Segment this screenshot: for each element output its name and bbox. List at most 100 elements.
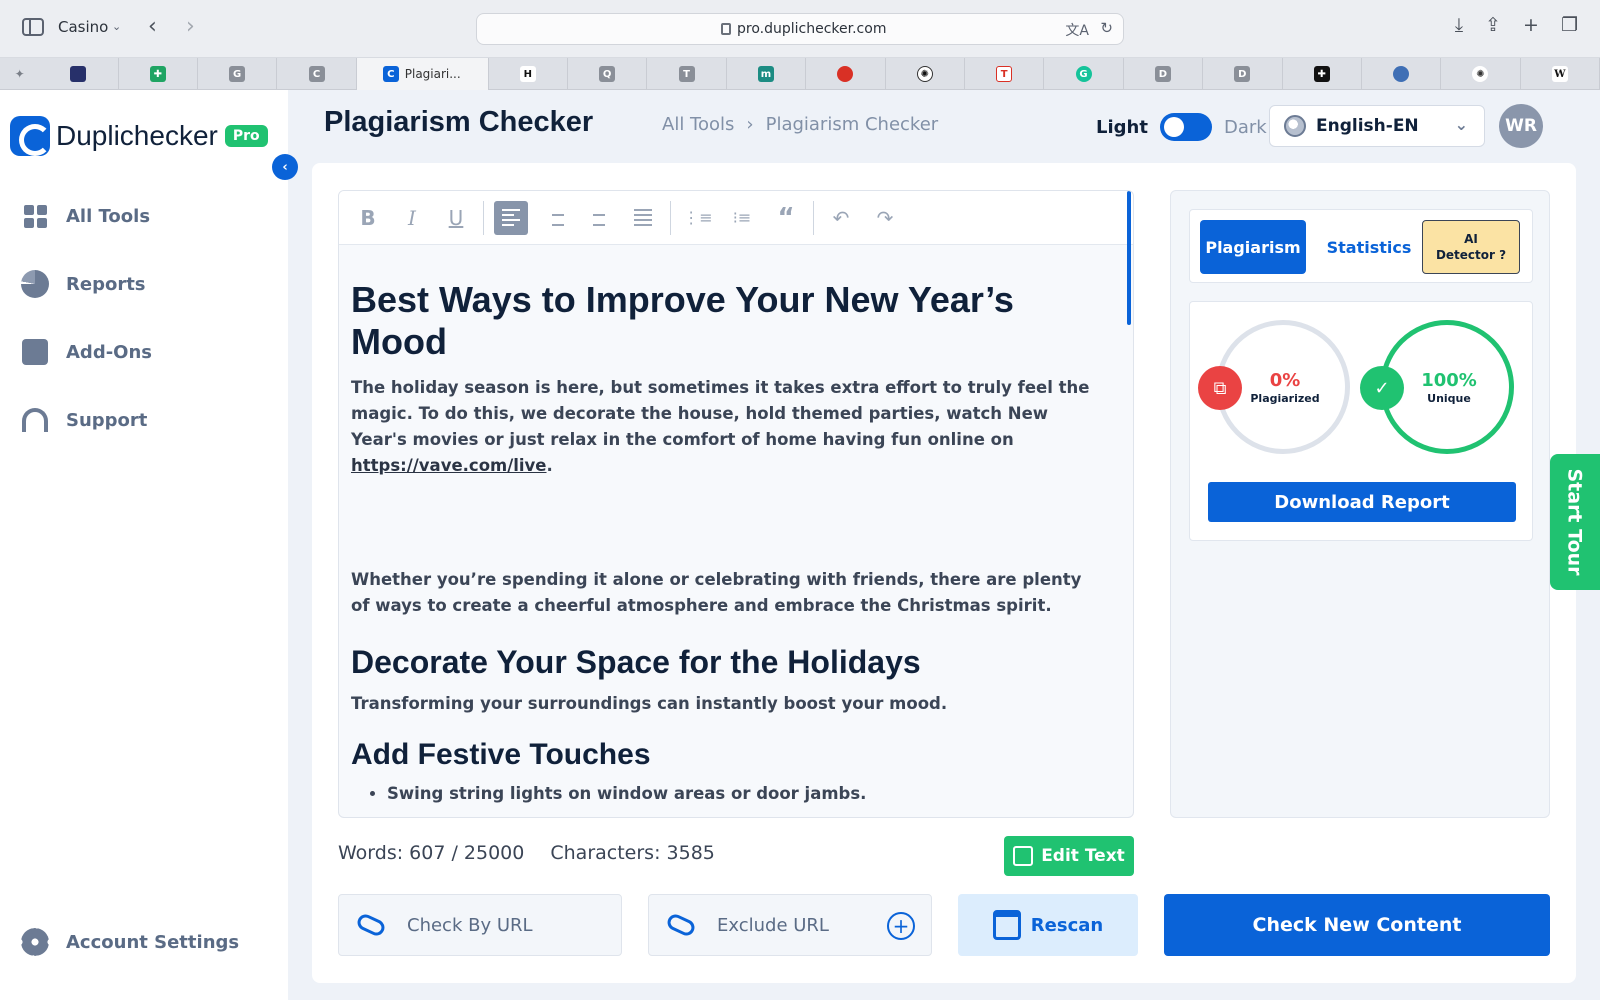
tab-plagiarism[interactable]: Plagiarism <box>1200 220 1306 274</box>
align-right-icon[interactable] <box>538 201 572 235</box>
tab[interactable]: T <box>965 58 1045 90</box>
results-panel: Plagiarism Statistics AI Detector ? ⧉ ✓ … <box>1170 190 1550 818</box>
collapse-sidebar-button[interactable]: ‹ <box>272 154 298 180</box>
favicon-icon <box>1393 66 1410 82</box>
add-circle-icon[interactable]: + <box>887 912 915 940</box>
sidebar-item-account-settings[interactable]: Account Settings <box>20 928 239 956</box>
tab[interactable]: W <box>1521 58 1600 90</box>
translate-icon[interactable]: 文A <box>1065 20 1089 40</box>
edit-icon <box>1013 846 1034 866</box>
sidebar-toggle-icon[interactable] <box>22 18 44 36</box>
align-center-icon[interactable] <box>582 201 616 235</box>
tab[interactable] <box>1362 58 1442 90</box>
address-bar[interactable]: pro.duplichecker.com 文A ↻ <box>476 13 1124 45</box>
pie-chart-icon <box>20 270 50 298</box>
tab[interactable]: G <box>198 58 278 90</box>
content-paragraph: The holiday season is here, but sometime… <box>351 378 1090 475</box>
ordered-list-icon[interactable]: ⋮≡ <box>681 201 715 235</box>
tab-active[interactable]: C Plagiari... <box>356 58 489 90</box>
puzzle-icon <box>20 338 50 366</box>
openai-icon: ✺ <box>916 66 933 82</box>
tab[interactable] <box>806 58 886 90</box>
results-tabs: Plagiarism Statistics AI Detector ? <box>1189 209 1533 283</box>
theme-toggle: Light Dark <box>1096 113 1267 141</box>
ai-tab-line: Detector ? <box>1435 248 1507 262</box>
italic-icon[interactable]: I <box>395 201 429 235</box>
tab-ai-detector[interactable]: AI Detector ? <box>1422 220 1520 274</box>
rescan-button[interactable]: Rescan <box>958 894 1138 956</box>
tab[interactable]: m <box>727 58 807 90</box>
new-tab-icon[interactable]: + <box>1523 14 1539 36</box>
link-icon <box>354 911 388 939</box>
content-link[interactable]: https://vave.com/live <box>351 456 547 475</box>
forward-icon[interactable]: › <box>186 14 195 39</box>
chevron-down-icon[interactable]: ⌄ <box>112 20 121 33</box>
headset-icon <box>20 406 50 434</box>
content-paragraph: Transforming your surroundings can insta… <box>351 694 948 713</box>
download-report-button[interactable]: Download Report <box>1208 482 1516 522</box>
tab[interactable]: ✺ <box>886 58 965 90</box>
tab[interactable]: C <box>277 58 357 90</box>
exclude-url-field[interactable]: Exclude URL + <box>648 894 932 956</box>
tab[interactable]: Q <box>568 58 648 90</box>
back-icon[interactable]: ‹ <box>148 14 157 39</box>
plagiarized-value: 0% <box>1269 370 1301 391</box>
align-left-icon[interactable] <box>494 200 528 235</box>
share-icon[interactable]: ⇪ <box>1485 14 1501 36</box>
theme-light-label: Light <box>1096 116 1148 138</box>
underline-icon[interactable]: U <box>439 201 473 235</box>
brand-logo[interactable]: Duplichecker Pro <box>10 116 268 156</box>
browser-toolbar: Casino ⌄ ‹ › pro.duplichecker.com 文A ↻ ⤓… <box>0 0 1600 58</box>
edit-text-button[interactable]: Edit Text <box>1004 836 1134 876</box>
check-by-url-field[interactable]: Check By URL <box>338 894 622 956</box>
openai-icon: ✺ <box>1472 66 1489 82</box>
tab-title: Plagiari... <box>404 67 461 81</box>
favicon-icon: ✚ <box>1313 66 1330 82</box>
sidebar-item-label: Account Settings <box>66 931 240 953</box>
sidebar-item-support[interactable]: Support <box>20 406 147 434</box>
tab-statistics[interactable]: Statistics <box>1314 220 1424 274</box>
unique-label: Unique <box>1427 392 1471 405</box>
start-tour-button[interactable]: Start Tour <box>1550 454 1600 590</box>
breadcrumb: All Tools › Plagiarism Checker <box>662 114 938 135</box>
tab[interactable]: G <box>1044 58 1124 90</box>
breadcrumb-item-all-tools[interactable]: All Tools <box>662 114 734 135</box>
editor-scrollbar[interactable] <box>1127 191 1131 325</box>
lock-icon <box>721 23 731 35</box>
text-editor[interactable]: B I U ⋮≡ ⁝≡ “ ↶ ↷ Best Ways to Improve Y… <box>338 190 1134 818</box>
tab[interactable]: H <box>489 58 568 90</box>
download-icon[interactable]: ⤓ <box>1455 14 1463 36</box>
reload-icon[interactable]: ↻ <box>1100 19 1113 37</box>
tab[interactable]: ✚ <box>1283 58 1362 90</box>
check-new-content-button[interactable]: Check New Content <box>1164 894 1550 956</box>
undo-icon[interactable]: ↶ <box>824 201 858 235</box>
avatar[interactable]: WR <box>1499 104 1543 148</box>
duplichecker-logo-icon <box>10 116 51 156</box>
language-select[interactable]: English-EN ⌄ <box>1269 105 1485 147</box>
tab[interactable]: T <box>647 58 727 90</box>
profile-name[interactable]: Casino <box>58 18 108 36</box>
redo-icon[interactable]: ↷ <box>868 201 902 235</box>
sidebar-item-add-ons[interactable]: Add-Ons <box>20 338 152 366</box>
content-heading-2: Decorate Your Space for the Holidays <box>351 644 921 680</box>
pro-badge: Pro <box>224 125 268 147</box>
sidebar-item-label: Add-Ons <box>66 341 153 363</box>
sidebar-item-all-tools[interactable]: All Tools <box>20 202 150 230</box>
quote-icon[interactable]: “ <box>769 201 803 235</box>
breadcrumb-item-current: Plagiarism Checker <box>765 114 939 135</box>
tab[interactable]: ✺ <box>1441 58 1521 90</box>
sidebar-item-reports[interactable]: Reports <box>20 270 146 298</box>
bullet-list-icon[interactable]: ⁝≡ <box>725 201 759 235</box>
start-tour-label: Start Tour <box>1564 468 1587 576</box>
editor-content[interactable]: Best Ways to Improve Your New Year’s Moo… <box>339 245 1133 807</box>
align-justify-icon[interactable] <box>626 201 660 235</box>
tab[interactable]: D <box>1124 58 1204 90</box>
tab[interactable] <box>39 58 119 90</box>
theme-switch[interactable] <box>1159 113 1212 141</box>
tab[interactable]: ✚ <box>119 58 198 90</box>
tab[interactable]: D <box>1203 58 1283 90</box>
tabs-overview-icon[interactable]: ❐ <box>1561 14 1578 36</box>
calendar-refresh-icon <box>992 910 1021 940</box>
bold-icon[interactable]: B <box>351 201 385 235</box>
list-item: Swing string lights on window areas or d… <box>387 781 1103 807</box>
